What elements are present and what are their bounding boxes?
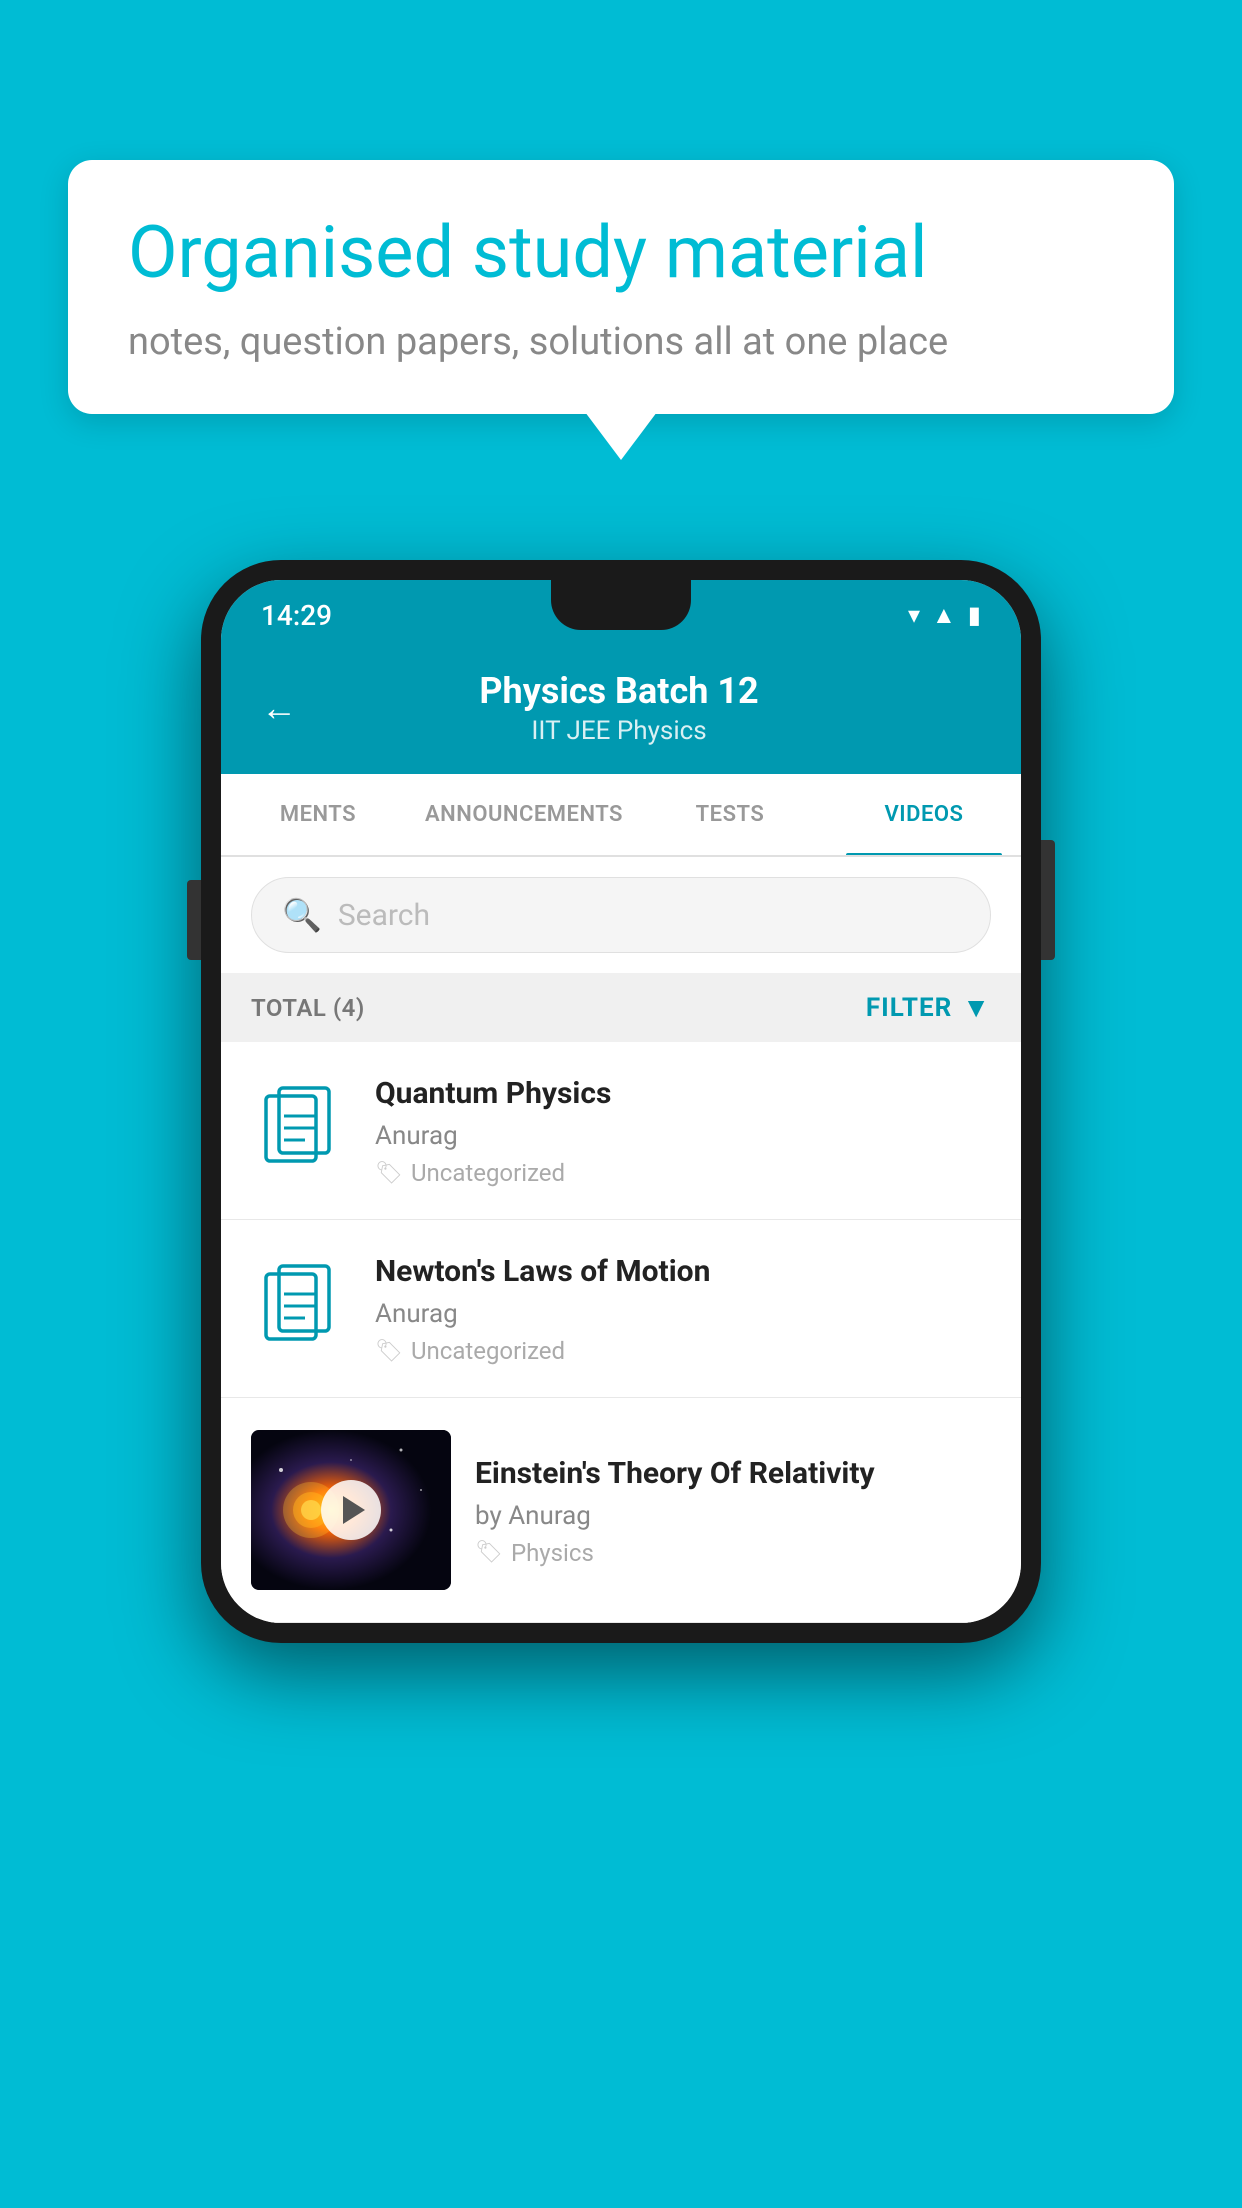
search-container: 🔍 Search [221,857,1021,973]
tag-icon: 🏷 [475,1540,503,1565]
search-box[interactable]: 🔍 Search [251,877,991,953]
search-placeholder: Search [338,898,430,933]
notch [551,580,691,630]
filter-label: FILTER [866,993,952,1023]
video-title: Einstein's Theory Of Relativity [475,1454,991,1493]
list-item[interactable]: Newton's Laws of Motion Anurag 🏷 Uncateg… [221,1220,1021,1398]
phone-outer: 14:29 ▾ ▲ ▮ ← Physics Batch 12 IIT JEE P… [201,560,1041,1643]
header-center: Physics Batch 12 IIT JEE Physics [327,670,911,746]
video-info: Quantum Physics Anurag 🏷 Uncategorized [375,1074,991,1187]
video-tag: 🏷 Uncategorized [375,1159,991,1187]
phone-wrapper: 14:29 ▾ ▲ ▮ ← Physics Batch 12 IIT JEE P… [201,560,1041,1643]
video-title: Quantum Physics [375,1074,991,1113]
wifi-icon: ▾ [908,601,920,629]
video-thumbnail [251,1430,451,1590]
speech-bubble: Organised study material notes, question… [68,160,1174,414]
bubble-subtitle: notes, question papers, solutions all at… [128,320,1114,364]
video-info: Newton's Laws of Motion Anurag 🏷 Uncateg… [375,1252,991,1365]
status-icons: ▾ ▲ ▮ [908,601,981,630]
back-button[interactable]: ← [261,687,297,729]
tab-tests[interactable]: TESTS [633,774,827,855]
app-header: ← Physics Batch 12 IIT JEE Physics [221,650,1021,774]
tag-icon: 🏷 [375,1339,403,1364]
tabs-bar: MENTS ANNOUNCEMENTS TESTS VIDEOS [221,774,1021,857]
video-author: Anurag [375,1121,991,1151]
tag-label: Uncategorized [411,1159,565,1187]
search-icon: 🔍 [282,896,322,934]
play-button[interactable] [321,1480,381,1540]
file-icon-wrapper [251,1086,351,1176]
battery-icon: ▮ [968,601,981,629]
video-tag: 🏷 Uncategorized [375,1337,991,1365]
status-time: 14:29 [261,599,332,632]
video-author: by Anurag [475,1501,991,1531]
total-count: TOTAL (4) [251,994,365,1022]
file-icon [261,1086,341,1176]
video-list: Quantum Physics Anurag 🏷 Uncategorized [221,1042,1021,1623]
tag-label: Uncategorized [411,1337,565,1365]
file-icon [261,1264,341,1354]
tag-icon: 🏷 [375,1161,403,1186]
tab-ments[interactable]: MENTS [221,774,415,855]
bubble-title: Organised study material [128,210,1114,296]
tab-announcements[interactable]: ANNOUNCEMENTS [415,774,633,855]
signal-icon: ▲ [932,601,956,630]
header-subtitle: IIT JEE Physics [327,716,911,746]
header-title: Physics Batch 12 [327,670,911,712]
video-tag: 🏷 Physics [475,1539,991,1567]
list-item[interactable]: Einstein's Theory Of Relativity by Anura… [221,1398,1021,1623]
file-icon-wrapper [251,1264,351,1354]
video-info: Einstein's Theory Of Relativity by Anura… [475,1454,991,1567]
video-title: Newton's Laws of Motion [375,1252,991,1291]
tag-label: Physics [511,1539,594,1567]
video-author: Anurag [375,1299,991,1329]
status-bar: 14:29 ▾ ▲ ▮ [221,580,1021,650]
phone-screen: 14:29 ▾ ▲ ▮ ← Physics Batch 12 IIT JEE P… [221,580,1021,1623]
filter-bar: TOTAL (4) FILTER ▼ [221,973,1021,1042]
list-item[interactable]: Quantum Physics Anurag 🏷 Uncategorized [221,1042,1021,1220]
tab-videos[interactable]: VIDEOS [827,774,1021,855]
filter-icon: ▼ [962,991,991,1024]
play-triangle-icon [343,1496,365,1524]
filter-button[interactable]: FILTER ▼ [866,991,991,1024]
